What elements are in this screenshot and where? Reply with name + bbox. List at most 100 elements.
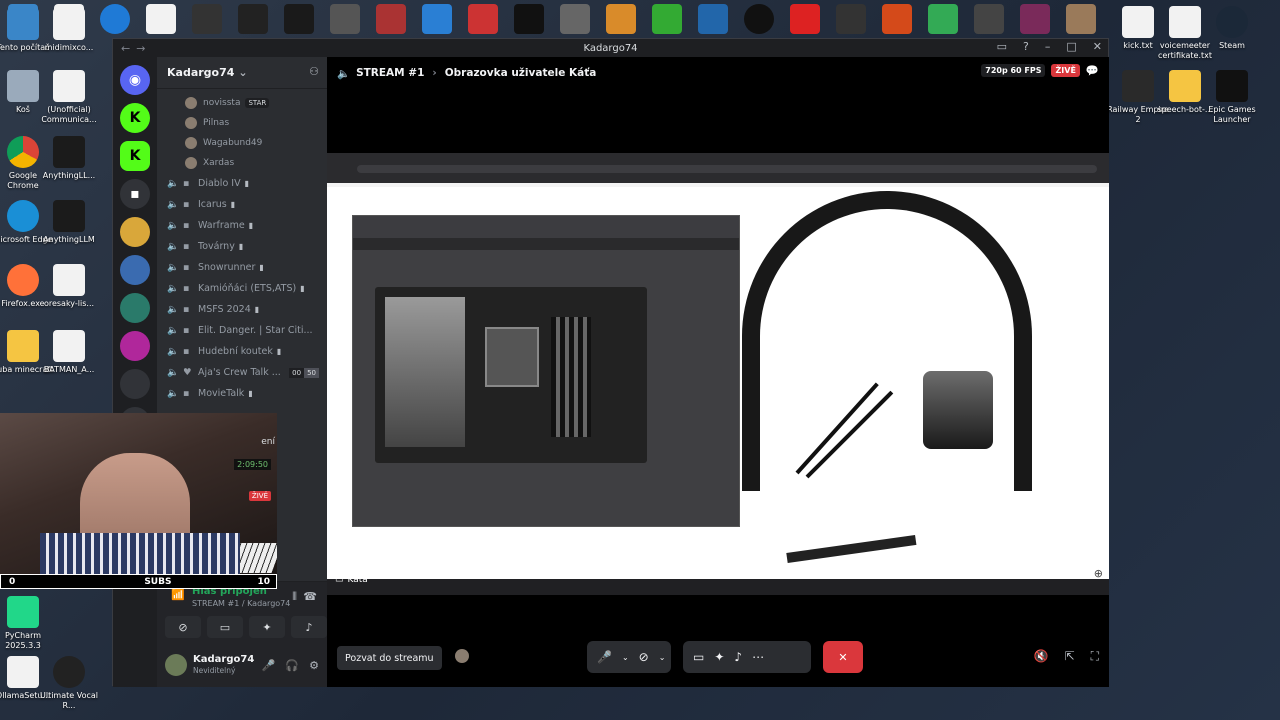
soundboard-icon[interactable]: ♪ xyxy=(734,650,742,664)
voice-channel[interactable]: 🔈 ♥ Aja's Crew Talk ... 00 50 xyxy=(157,362,327,383)
desktop-icon-steam[interactable]: Steam xyxy=(1201,6,1263,51)
channel-sidebar: Kadargo74 ⌄ ⚇ novissta STAR Pilnas Wagabu… xyxy=(157,57,327,687)
settings-icon[interactable]: ⚙ xyxy=(309,659,319,672)
home-icon[interactable]: ◉ xyxy=(120,65,150,95)
desktop-icon-oresaky[interactable]: oresaky-lis... xyxy=(38,264,100,309)
stream-stage: 🔈 STREAM #1 › Obrazovka uživatele Káťa 7… xyxy=(327,57,1109,687)
desktop-icon[interactable] xyxy=(874,0,920,38)
popout-icon[interactable]: ⇱ xyxy=(1065,649,1075,664)
desktop-icon[interactable] xyxy=(368,0,414,38)
headphones-icon[interactable]: 🎧 xyxy=(285,659,299,672)
screen-share-icon[interactable]: ▭ xyxy=(693,650,704,664)
desktop-icon[interactable] xyxy=(1058,0,1104,38)
server-icon-3[interactable] xyxy=(120,293,150,323)
activities-icon[interactable]: ✦ xyxy=(714,650,724,664)
desktop-icon-midimix[interactable]: midimixco... xyxy=(38,8,100,53)
camera-icon: ▮ xyxy=(276,347,282,356)
desktop-icon[interactable] xyxy=(736,0,782,38)
desktop-icon[interactable] xyxy=(138,0,184,38)
desktop-icon[interactable] xyxy=(828,0,874,38)
avatar[interactable] xyxy=(455,649,469,663)
server-icon-kick[interactable]: K xyxy=(120,103,150,133)
screen-share-button[interactable]: ▭ xyxy=(207,616,243,638)
server-icon-kadargo[interactable]: K xyxy=(120,141,150,171)
server-icon-4[interactable] xyxy=(120,331,150,361)
desktop-icon[interactable] xyxy=(598,0,644,38)
help-icon[interactable]: ? xyxy=(1023,40,1029,53)
desktop-icon[interactable] xyxy=(782,0,828,38)
server-icon-2[interactable] xyxy=(120,255,150,285)
desktop-icon-batman[interactable]: BATMAN_A... xyxy=(38,330,100,375)
server-icon-5[interactable] xyxy=(120,369,150,399)
close-icon[interactable]: ✕ xyxy=(1093,40,1102,53)
soundboard-button[interactable]: ♪ xyxy=(291,616,327,638)
server-header[interactable]: Kadargo74 ⌄ ⚇ xyxy=(157,57,327,89)
chevron-down-icon[interactable]: ⌄ xyxy=(659,653,666,662)
voice-channel[interactable]: 🔈 ▪ Kamióňáci (ETS,ATS) ▮ xyxy=(157,278,327,299)
noise-icon[interactable]: ⦀ xyxy=(292,590,297,604)
desktop-icon[interactable] xyxy=(230,0,276,38)
voice-member[interactable]: novissta STAR xyxy=(157,93,327,113)
voice-member[interactable]: Wagabund49 xyxy=(157,133,327,153)
desktop-icon-anythingllm-1[interactable]: AnythingLL... xyxy=(38,136,100,181)
user-panel: Kadargo74 Neviditelný 🎤 🎧 ⚙ xyxy=(157,643,327,687)
desktop-icon[interactable] xyxy=(506,0,552,38)
zoom-icon[interactable]: ⊕ xyxy=(1094,567,1103,580)
more-icon[interactable]: ⋯ xyxy=(752,650,764,664)
voice-channel[interactable]: 🔈 ▪ MovieTalk ▮ xyxy=(157,383,327,404)
desktop-icon-pycharm[interactable]: PyCharm 2025.3.3 xyxy=(0,596,54,651)
desktop-icon-unofficial[interactable]: (Unofficial) Communica... xyxy=(38,70,100,125)
subs-counter-bar: 0 SUBS 10 xyxy=(0,574,277,589)
avatar[interactable] xyxy=(165,654,187,676)
speaker-icon: 🔈 xyxy=(167,304,179,315)
desktop-icon[interactable] xyxy=(184,0,230,38)
activities-button[interactable]: ✦ xyxy=(249,616,285,638)
voice-channel[interactable]: 🔈 ▪ Elit. Danger. | Star Citi... xyxy=(157,320,327,341)
chat-icon[interactable]: 💬 xyxy=(1086,64,1099,77)
desktop-icon[interactable] xyxy=(322,0,368,38)
microphone-icon[interactable]: 🎤 xyxy=(597,650,612,664)
desktop-icon[interactable] xyxy=(276,0,322,38)
fullscreen-icon[interactable]: ⛶ xyxy=(1091,649,1099,664)
voice-member[interactable]: Pilnas xyxy=(157,113,327,133)
voice-channel[interactable]: 🔈 ▪ Továrny ▮ xyxy=(157,236,327,257)
camera-off-button[interactable]: ⊘ xyxy=(165,616,201,638)
server-icon-1[interactable] xyxy=(120,217,150,247)
desktop-icon[interactable] xyxy=(920,0,966,38)
voice-channel[interactable]: 🔈 ▪ Diablo IV ▮ xyxy=(157,173,327,194)
inbox-icon[interactable]: ▭ xyxy=(997,40,1007,53)
voice-channel[interactable]: 🔈 ▪ Snowrunner ▮ xyxy=(157,257,327,278)
voice-channel[interactable]: 🔈 ▪ MSFS 2024 ▮ xyxy=(157,299,327,320)
pump-block xyxy=(923,371,993,449)
desktop-icon[interactable] xyxy=(966,0,1012,38)
desktop-icon[interactable] xyxy=(1012,0,1058,38)
chevron-down-icon[interactable]: ⌄ xyxy=(622,653,629,662)
call-controls: Pozvat do streamu 🎤 ⌄ ⊘ ⌄ ▭ ✦ ♪ ⋯ ✕ 🔇 ⇱ … xyxy=(327,631,1109,687)
desktop-icon[interactable] xyxy=(460,0,506,38)
mute-stream-icon[interactable]: 🔇 xyxy=(1034,649,1049,664)
minimize-icon[interactable]: – xyxy=(1045,40,1051,53)
server-icon-generic[interactable]: ▪ xyxy=(120,179,150,209)
disconnect-icon[interactable]: ☎ xyxy=(303,590,317,603)
desktop-icon[interactable] xyxy=(644,0,690,38)
leave-stream-button[interactable]: ✕ xyxy=(823,641,863,673)
desktop-icon[interactable] xyxy=(552,0,598,38)
desktop-icon[interactable] xyxy=(690,0,736,38)
voice-member[interactable]: Xardas xyxy=(157,153,327,173)
voice-channel[interactable]: 🔈 ▪ Warframe ▮ xyxy=(157,215,327,236)
microphone-icon[interactable]: 🎤 xyxy=(262,659,276,672)
channel-emoji-icon: ▪ xyxy=(183,199,190,210)
camera-icon: ▮ xyxy=(230,200,236,209)
participants-toggle-icon[interactable]: ⌃⚇ xyxy=(709,567,730,581)
shared-screen[interactable]: ▭ Káťa ⌃⚇ ⊕ xyxy=(327,153,1109,595)
desktop-icon-epic-games[interactable]: Epic Games Launcher xyxy=(1201,70,1263,125)
desktop-icon-anythingllm-2[interactable]: AnythingLLM xyxy=(38,200,100,245)
desktop-icon-ultimate-vocal[interactable]: Ultimate Vocal R... xyxy=(38,656,100,711)
desktop-icon[interactable] xyxy=(414,0,460,38)
maximize-icon[interactable]: □ xyxy=(1066,40,1076,53)
voice-channel[interactable]: 🔈 ▪ Hudební koutek ▮ xyxy=(157,341,327,362)
invite-to-stream-button[interactable]: Pozvat do streamu xyxy=(337,646,442,670)
camera-off-icon[interactable]: ⊘ xyxy=(639,650,649,664)
voice-channel[interactable]: 🔈 ▪ Icarus ▮ xyxy=(157,194,327,215)
add-member-icon[interactable]: ⚇ xyxy=(309,65,319,78)
